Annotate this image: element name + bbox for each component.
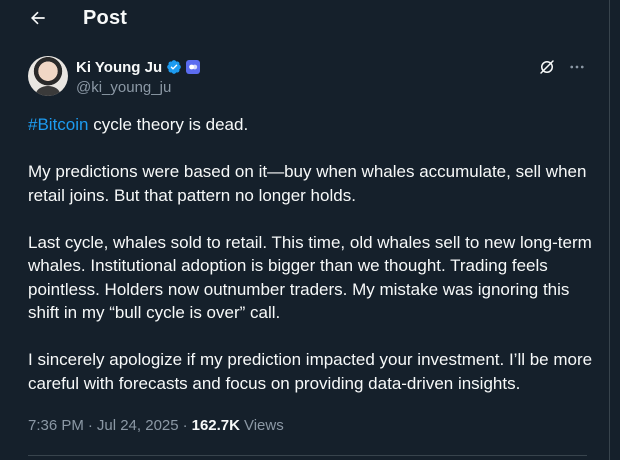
post-author: Ki Young Ju @ki_young_ju bbox=[28, 56, 587, 98]
verified-badge-icon[interactable] bbox=[166, 59, 182, 75]
arrow-left-icon bbox=[31, 11, 45, 25]
name-line: Ki Young Ju bbox=[76, 57, 201, 77]
views-label: Views bbox=[243, 417, 284, 434]
author-display-name[interactable]: Ki Young Ju bbox=[76, 59, 162, 76]
post-paragraph: I sincerely apologize if my prediction i… bbox=[28, 350, 593, 393]
author-names: Ki Young Ju @ki_young_ju bbox=[76, 56, 201, 96]
post-paragraph-text: cycle theory is dead. bbox=[88, 115, 249, 134]
top-bar: Post bbox=[0, 0, 609, 36]
affiliate-logo-icon bbox=[189, 64, 198, 70]
more-horizontal-icon bbox=[570, 65, 584, 69]
post-meta: 7:36 PM · Jul 24, 2025 · 162.7K Views bbox=[28, 417, 284, 434]
back-button[interactable] bbox=[20, 0, 56, 36]
views-count: 162.7K bbox=[191, 417, 240, 434]
author-handle[interactable]: @ki_young_ju bbox=[76, 79, 200, 96]
post-column: Post Ki Young Ju @ki_young_ju #Bitcoin c… bbox=[0, 0, 610, 460]
affiliate-badge-icon[interactable] bbox=[186, 60, 201, 74]
post-paragraph: #Bitcoin cycle theory is dead. bbox=[28, 113, 598, 137]
post-text: #Bitcoin cycle theory is dead. My predic… bbox=[28, 113, 598, 419]
grok-button[interactable] bbox=[537, 57, 557, 77]
avatar[interactable] bbox=[28, 56, 68, 96]
grok-icon bbox=[540, 60, 554, 74]
post-paragraph: Last cycle, whales sold to retail. This … bbox=[28, 232, 592, 323]
post-actions-top bbox=[537, 57, 587, 77]
post-date[interactable]: Jul 24, 2025 bbox=[97, 417, 179, 434]
page-title: Post bbox=[83, 6, 128, 29]
more-options-button[interactable] bbox=[567, 57, 587, 77]
meta-separator: · bbox=[182, 417, 188, 434]
divider bbox=[28, 455, 587, 456]
meta-separator: · bbox=[87, 417, 93, 434]
hashtag-link[interactable]: #Bitcoin bbox=[28, 115, 88, 134]
post-paragraph: My predictions were based on it—buy when… bbox=[28, 162, 587, 205]
post-time[interactable]: 7:36 PM bbox=[28, 417, 84, 434]
